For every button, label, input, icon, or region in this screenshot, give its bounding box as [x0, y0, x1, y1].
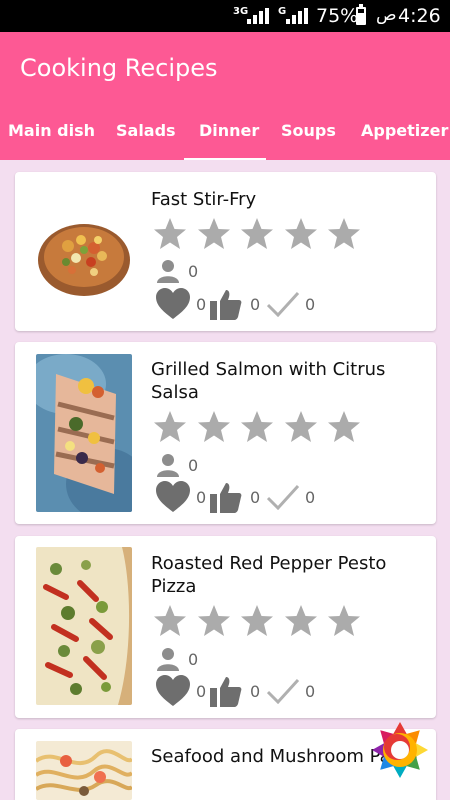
thumbs-up-icon[interactable] — [210, 288, 242, 320]
stir-fry-photo — [36, 202, 132, 302]
selected-tab-indicator — [184, 158, 266, 160]
colorful-gear-icon[interactable] — [370, 720, 430, 780]
recipe-image — [36, 547, 132, 705]
star-icon[interactable] — [327, 604, 361, 638]
recipe-card[interactable]: Roasted Red Pepper Pesto Pizza 0 0 0 0 — [15, 536, 436, 718]
tab-main-dish[interactable]: Main dish — [8, 121, 95, 140]
reviewer-icon — [157, 648, 179, 671]
star-icon[interactable] — [327, 410, 361, 444]
pesto-pizza-photo — [36, 547, 132, 705]
tab-dinner[interactable]: Dinner — [199, 121, 259, 140]
thumbs-up-icon[interactable] — [210, 481, 242, 513]
grilled-salmon-photo — [36, 354, 132, 512]
star-icon[interactable] — [327, 217, 361, 251]
like-count: 0 — [196, 295, 207, 314]
recipe-image — [36, 741, 132, 800]
check-count: 0 — [305, 295, 316, 314]
check-count: 0 — [305, 682, 316, 701]
seafood-pasta-photo — [36, 741, 132, 800]
heart-icon[interactable] — [156, 675, 190, 707]
network-type-1: 3G — [233, 6, 249, 17]
star-icon[interactable] — [240, 410, 274, 444]
recipe-title: Grilled Salmon with Citrus Salsa — [151, 359, 386, 403]
check-icon[interactable] — [267, 291, 299, 317]
star-icon[interactable] — [240, 604, 274, 638]
recipe-title: Roasted Red Pepper Pesto Pizza — [151, 553, 387, 597]
star-icon[interactable] — [284, 410, 318, 444]
star-icon[interactable] — [153, 217, 187, 251]
reviewer-count: 0 — [188, 650, 199, 669]
star-icon[interactable] — [197, 604, 231, 638]
am-pm-indicator: ص — [376, 5, 397, 25]
recipe-card[interactable]: Fast Stir-Fry 0 0 0 0 — [15, 172, 436, 331]
tab-salads[interactable]: Salads — [116, 121, 176, 140]
like-count: 0 — [196, 682, 207, 701]
reviewer-icon — [157, 454, 179, 477]
thumbs-up-count: 0 — [250, 295, 261, 314]
star-icon[interactable] — [197, 410, 231, 444]
check-icon[interactable] — [267, 484, 299, 510]
star-icon[interactable] — [284, 604, 318, 638]
battery-icon — [356, 4, 366, 25]
check-icon[interactable] — [267, 678, 299, 704]
like-count: 0 — [196, 488, 207, 507]
thumbs-up-count: 0 — [250, 682, 261, 701]
heart-icon[interactable] — [156, 481, 190, 513]
thumbs-up-icon[interactable] — [210, 675, 242, 707]
clock: 4:26 — [398, 5, 441, 27]
tab-soups[interactable]: Soups — [281, 121, 336, 140]
heart-icon[interactable] — [156, 288, 190, 320]
reviewer-icon — [157, 260, 179, 283]
star-icon[interactable] — [240, 217, 274, 251]
signal-strength-icon — [247, 8, 269, 24]
reviewer-count: 0 — [188, 262, 199, 281]
app-title: Cooking Recipes — [20, 54, 218, 82]
battery-percent: 75% — [316, 5, 359, 27]
network-type-2: G — [278, 6, 287, 17]
star-icon[interactable] — [153, 604, 187, 638]
thumbs-up-count: 0 — [250, 488, 261, 507]
recipe-image — [36, 202, 132, 302]
star-icon[interactable] — [284, 217, 318, 251]
status-bar: 3G G 75% ص 4:26 — [0, 0, 450, 32]
reviewer-count: 0 — [188, 456, 199, 475]
recipe-card[interactable]: Grilled Salmon with Citrus Salsa 0 0 0 0 — [15, 342, 436, 524]
check-count: 0 — [305, 488, 316, 507]
star-icon[interactable] — [153, 410, 187, 444]
star-icon[interactable] — [197, 217, 231, 251]
app-bar: Cooking Recipes Main dish Salads Dinner … — [0, 32, 450, 160]
tab-appetizer[interactable]: Appetizer — [361, 121, 448, 140]
signal-strength-2-icon — [286, 8, 308, 24]
recipe-title: Fast Stir-Fry — [151, 189, 257, 210]
recipe-image — [36, 354, 132, 512]
